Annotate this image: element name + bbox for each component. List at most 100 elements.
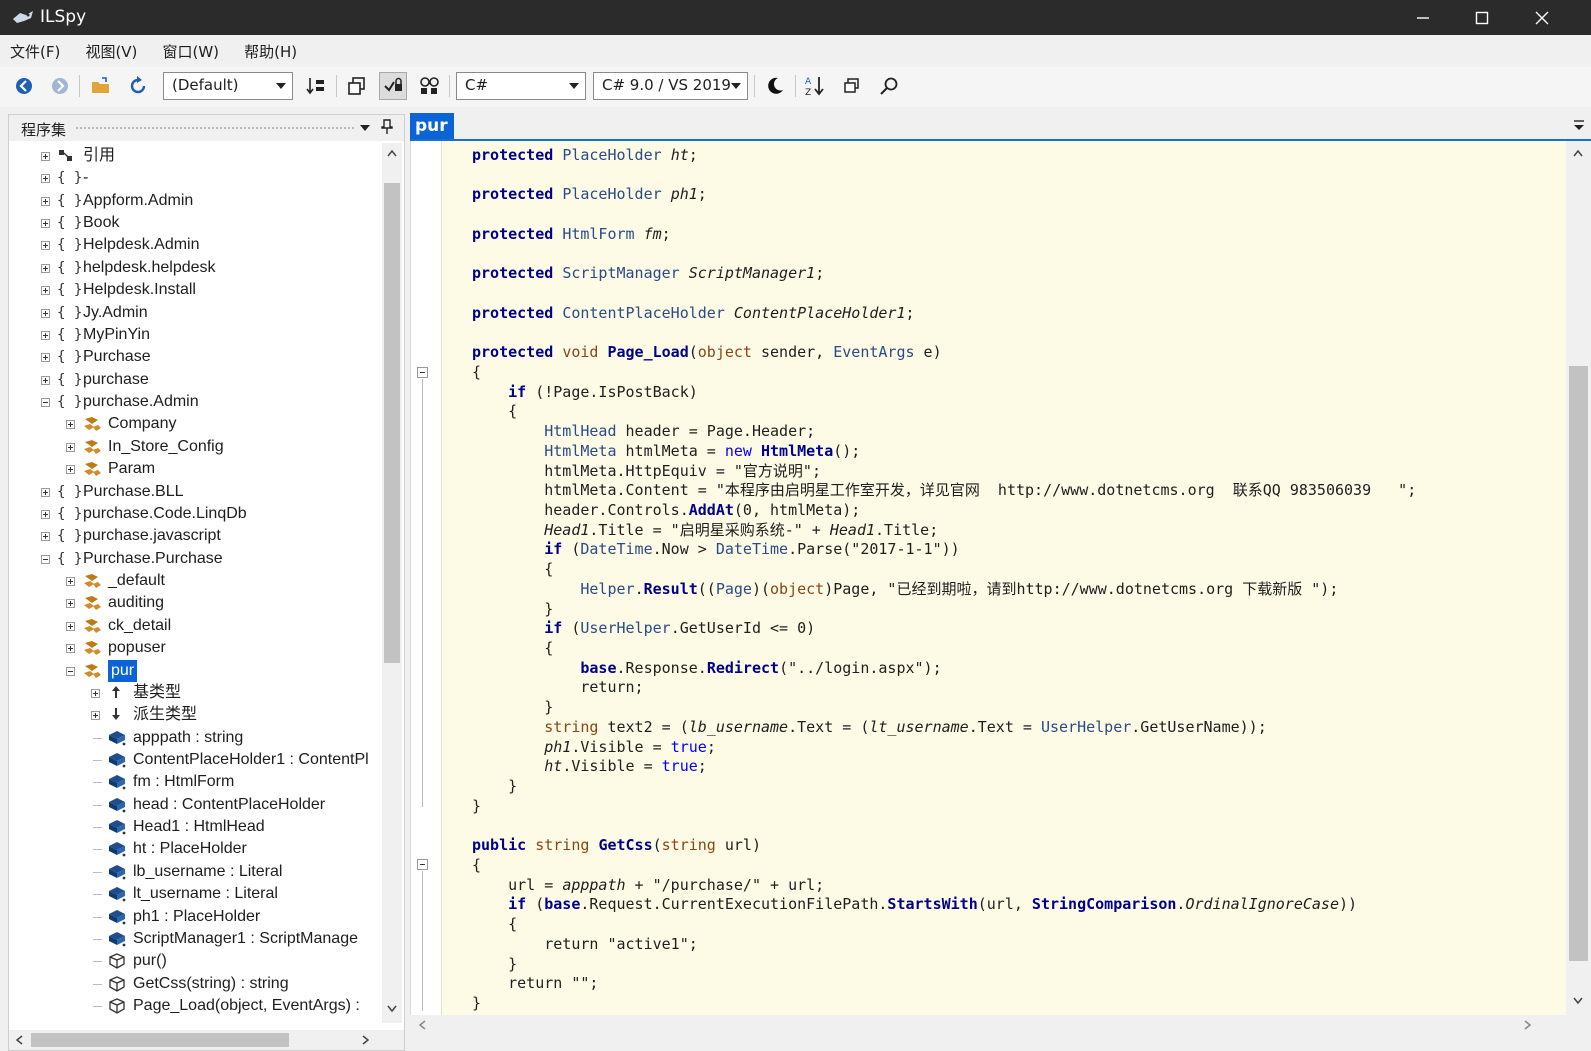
close-button[interactable]	[1512, 0, 1572, 35]
tree-node[interactable]: ph1 : PlaceHolder	[9, 906, 379, 928]
tree-node[interactable]: ck_detail	[9, 615, 379, 637]
tree-node[interactable]: Param	[9, 458, 379, 480]
tree-node[interactable]: { } Purchase.Purchase	[9, 548, 379, 570]
collapse-icon[interactable]	[41, 398, 50, 408]
editor-vertical-scrollbar[interactable]	[1566, 141, 1591, 1015]
expand-icon[interactable]	[41, 532, 50, 542]
tree-node[interactable]: 基类型	[9, 682, 379, 704]
expand-icon[interactable]	[66, 644, 75, 654]
tree-node[interactable]: { } Purchase.BLL	[9, 481, 379, 503]
tree-horizontal-scrollbar[interactable]	[9, 1030, 404, 1050]
scrollbar-thumb[interactable]	[384, 183, 400, 663]
tree-node[interactable]: { } Helpdesk.Install	[9, 279, 379, 301]
collapse-icon[interactable]	[66, 666, 75, 676]
tree-node[interactable]: apppath : string	[9, 727, 379, 749]
tree-node[interactable]: { } purchase	[9, 369, 379, 391]
manage-assembly-lists-button[interactable]	[302, 72, 330, 100]
expand-icon[interactable]	[66, 420, 75, 430]
expand-icon[interactable]	[91, 711, 100, 721]
expand-icon[interactable]	[41, 286, 50, 296]
tree-node[interactable]: 引用	[9, 145, 379, 167]
expand-icon[interactable]	[41, 330, 50, 340]
expand-icon[interactable]	[41, 375, 50, 385]
tree-node[interactable]: GetCss(string) : string	[9, 973, 379, 995]
tree-node[interactable]: ht : PlaceHolder	[9, 838, 379, 860]
menu-file[interactable]: 文件(F)	[0, 35, 70, 62]
tree-node[interactable]: Head1 : HtmlHead	[9, 816, 379, 838]
tree-node[interactable]: pur()	[9, 950, 379, 972]
tree-node[interactable]: { } helpdesk.helpdesk	[9, 257, 379, 279]
expand-icon[interactable]	[66, 442, 75, 452]
new-window-button[interactable]	[838, 72, 866, 100]
tree-node[interactable]: Company	[9, 413, 379, 435]
scroll-down-icon[interactable]	[1573, 997, 1583, 1005]
tree-node[interactable]: lb_username : Literal	[9, 861, 379, 883]
forward-button[interactable]	[46, 72, 74, 100]
assembly-tree[interactable]: 引用{ } -{ } Appform.Admin{ } Book{ } Helpdesk…	[9, 143, 379, 1023]
expand-icon[interactable]	[66, 599, 75, 609]
scroll-up-icon[interactable]	[387, 149, 397, 157]
tree-node[interactable]: ContentPlaceHolder1 : ContentPl	[9, 749, 379, 771]
language-select[interactable]: C#	[456, 72, 586, 100]
tree-node[interactable]: lt_username : Literal	[9, 883, 379, 905]
tree-node[interactable]: popuser	[9, 637, 379, 659]
tree-node[interactable]: { } MyPinYin	[9, 324, 379, 346]
expand-icon[interactable]	[41, 308, 50, 318]
expand-icon[interactable]	[41, 509, 50, 519]
tree-node[interactable]: Page_Load(object, EventArgs) :	[9, 995, 379, 1017]
scrollbar-thumb[interactable]	[1569, 366, 1588, 961]
expand-icon[interactable]	[66, 465, 75, 475]
expand-icon[interactable]	[41, 219, 50, 229]
scrollbar-thumb[interactable]	[31, 1033, 289, 1047]
scroll-down-icon[interactable]	[387, 1005, 397, 1013]
tree-node[interactable]: ScriptManager1 : ScriptManage	[9, 928, 379, 950]
search-button[interactable]	[875, 72, 903, 100]
expand-icon[interactable]	[41, 174, 50, 184]
sort-button[interactable]: AZ	[801, 72, 829, 100]
expand-icon[interactable]	[41, 353, 50, 363]
panel-menu-icon[interactable]	[359, 123, 371, 133]
reload-button[interactable]	[124, 72, 152, 100]
tree-node[interactable]: { } -	[9, 167, 379, 189]
tree-node[interactable]: { } Appform.Admin	[9, 190, 379, 212]
expand-icon[interactable]	[41, 263, 50, 273]
pin-icon[interactable]	[381, 119, 393, 135]
editor-horizontal-scrollbar[interactable]	[410, 1015, 1566, 1035]
menu-view[interactable]: 视图(V)	[75, 35, 147, 62]
minimize-button[interactable]	[1393, 0, 1453, 35]
theme-button[interactable]	[761, 72, 789, 100]
tree-node[interactable]: head : ContentPlaceHolder	[9, 794, 379, 816]
scroll-left-icon[interactable]	[15, 1035, 23, 1045]
scroll-right-icon[interactable]	[362, 1035, 370, 1045]
tree-vertical-scrollbar[interactable]	[382, 143, 402, 1023]
expand-icon[interactable]	[66, 621, 75, 631]
tree-node[interactable]: { } Jy.Admin	[9, 302, 379, 324]
tree-node[interactable]: { } Purchase	[9, 346, 379, 368]
scroll-left-icon[interactable]	[418, 1020, 426, 1030]
collapse-all-button[interactable]	[343, 72, 371, 100]
scroll-up-icon[interactable]	[1573, 149, 1583, 157]
tree-node[interactable]: { } Book	[9, 212, 379, 234]
code-editor[interactable]: protected PlaceHolder ht; protected Plac…	[410, 141, 1567, 1015]
expand-icon[interactable]	[66, 577, 75, 587]
tab-list-icon[interactable]	[1573, 119, 1585, 131]
panel-grip[interactable]	[75, 126, 355, 131]
tree-node[interactable]: { } Helpdesk.Admin	[9, 234, 379, 256]
tree-node[interactable]: { } purchase.Code.LinqDb	[9, 503, 379, 525]
expand-icon[interactable]	[91, 688, 100, 698]
tree-node[interactable]: fm : HtmlForm	[9, 771, 379, 793]
tree-node[interactable]: auditing	[9, 592, 379, 614]
expand-icon[interactable]	[41, 487, 50, 497]
maximize-button[interactable]	[1452, 0, 1512, 35]
show-internal-button[interactable]	[379, 72, 407, 100]
tree-node[interactable]: 派生类型	[9, 704, 379, 726]
tab-pur[interactable]: pur	[410, 113, 454, 139]
expand-icon[interactable]	[41, 196, 50, 206]
code-text[interactable]: protected PlaceHolder ht; protected Plac…	[411, 141, 1567, 1015]
menu-help[interactable]: 帮助(H)	[234, 35, 307, 62]
collapse-icon[interactable]	[41, 554, 50, 564]
tree-node[interactable]: { } purchase.Admin	[9, 391, 379, 413]
tree-node[interactable]: In_Store_Config	[9, 436, 379, 458]
menu-window[interactable]: 窗口(W)	[153, 35, 230, 62]
expand-icon[interactable]	[41, 241, 50, 251]
